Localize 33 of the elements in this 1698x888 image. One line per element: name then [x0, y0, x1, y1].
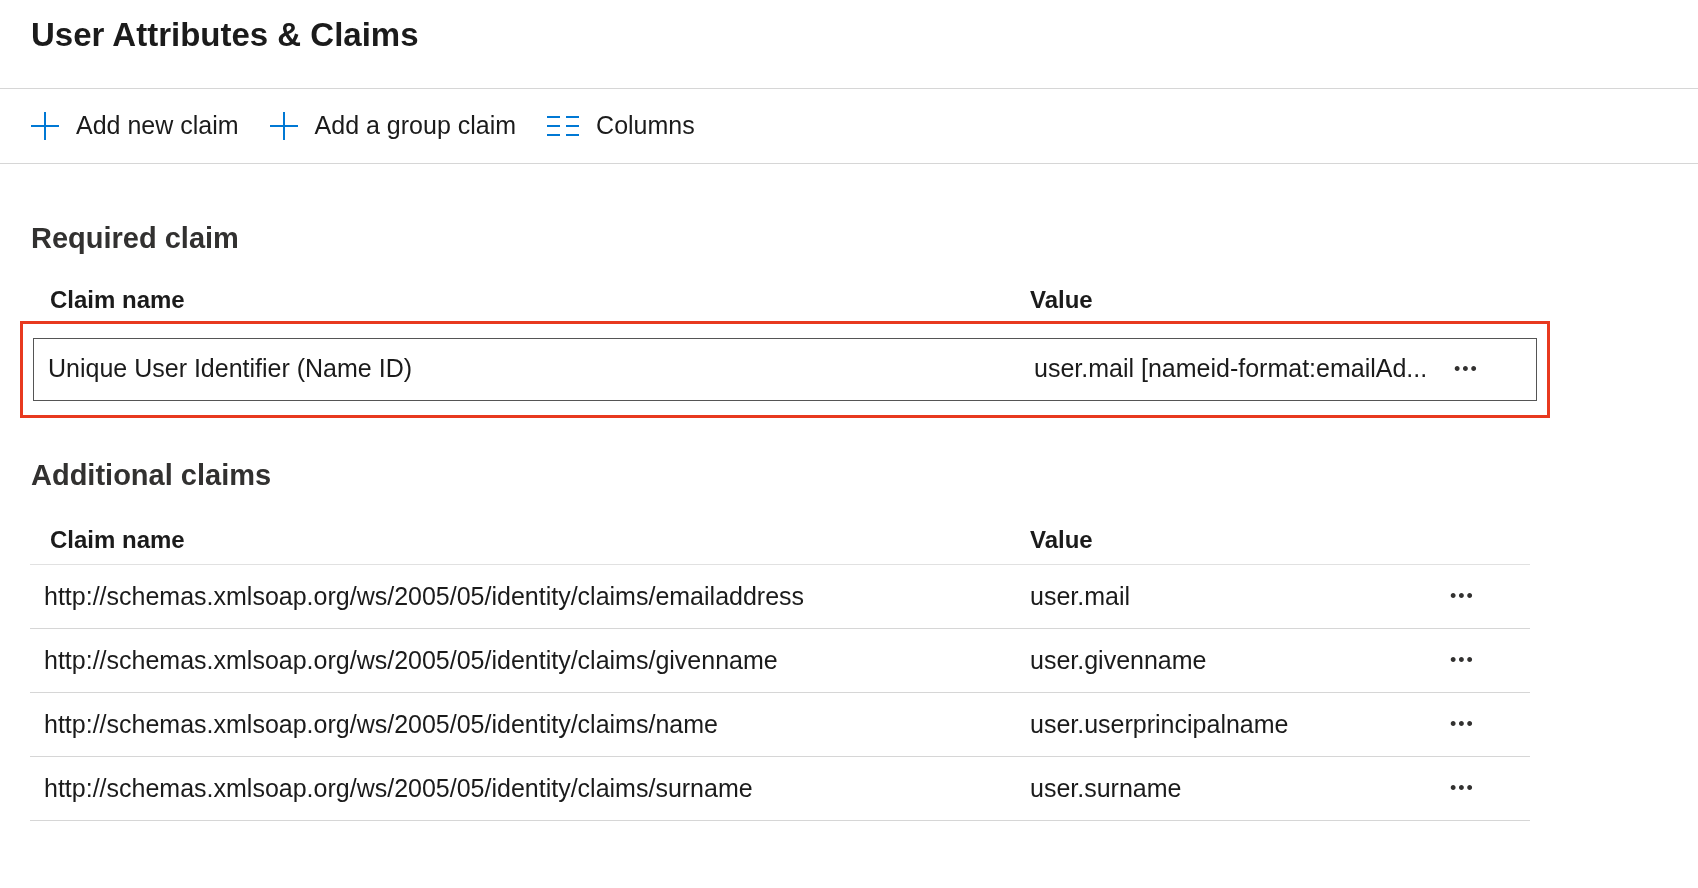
claim-row[interactable]: http://schemas.xmlsoap.org/ws/2005/05/identity/claims/givenname user.givenname •••	[30, 629, 1530, 693]
column-header: Value	[1030, 284, 1094, 315]
claim-name: http://schemas.xmlsoap.org/ws/2005/05/identity/claims/givenname	[43, 644, 779, 676]
more-options-button[interactable]: •••	[1446, 647, 1479, 674]
claim-value: user.givenname	[1030, 644, 1208, 676]
claim-value: user.mail	[1030, 580, 1132, 612]
claim-row[interactable]: http://schemas.xmlsoap.org/ws/2005/05/identity/claims/emailaddress user.mail •••	[30, 565, 1530, 629]
column-header: Value	[1030, 524, 1094, 555]
page-title: User Attributes & Claims	[30, 15, 420, 55]
section-heading: Additional claims	[30, 457, 273, 493]
more-options-button[interactable]: •••	[1446, 711, 1479, 738]
columns-icon	[546, 115, 581, 137]
more-options-button[interactable]: •••	[1450, 355, 1483, 383]
claim-name: http://schemas.xmlsoap.org/ws/2005/05/identity/claims/name	[43, 708, 719, 740]
claim-value: user.mail [nameid-format:emailAd...	[1034, 353, 1429, 385]
plus-icon	[30, 111, 60, 141]
more-options-button[interactable]: •••	[1446, 583, 1479, 610]
columns-button[interactable]: Columns	[546, 107, 695, 145]
claim-value: user.userprincipalname	[1030, 708, 1290, 740]
plus-icon	[268, 111, 299, 141]
add-button[interactable]: Add new claim	[30, 107, 239, 145]
claim-name: http://schemas.xmlsoap.org/ws/2005/05/identity/claims/emailaddress	[43, 580, 806, 612]
column-header: Claim name	[49, 284, 186, 315]
claim-row[interactable]: Unique User Identifier (Name ID) user.mail [nameid-format:emailAd... •••	[33, 337, 1537, 401]
more-options-button[interactable]: •••	[1446, 775, 1479, 802]
claim-row[interactable]: http://schemas.xmlsoap.org/ws/2005/05/identity/claims/surname user.surname •••	[30, 757, 1530, 821]
column-header: Claim name	[49, 524, 186, 555]
claim-row[interactable]: http://schemas.xmlsoap.org/ws/2005/05/identity/claims/name user.userprincipalname •••	[30, 693, 1530, 757]
add-button[interactable]: Add a group claim	[268, 107, 517, 145]
section-heading: Required claim	[30, 221, 240, 256]
claim-name: http://schemas.xmlsoap.org/ws/2005/05/identity/claims/surname	[43, 772, 754, 804]
claim-value: user.surname	[1030, 772, 1183, 804]
claim-name: Unique User Identifier (Name ID)	[47, 353, 413, 385]
